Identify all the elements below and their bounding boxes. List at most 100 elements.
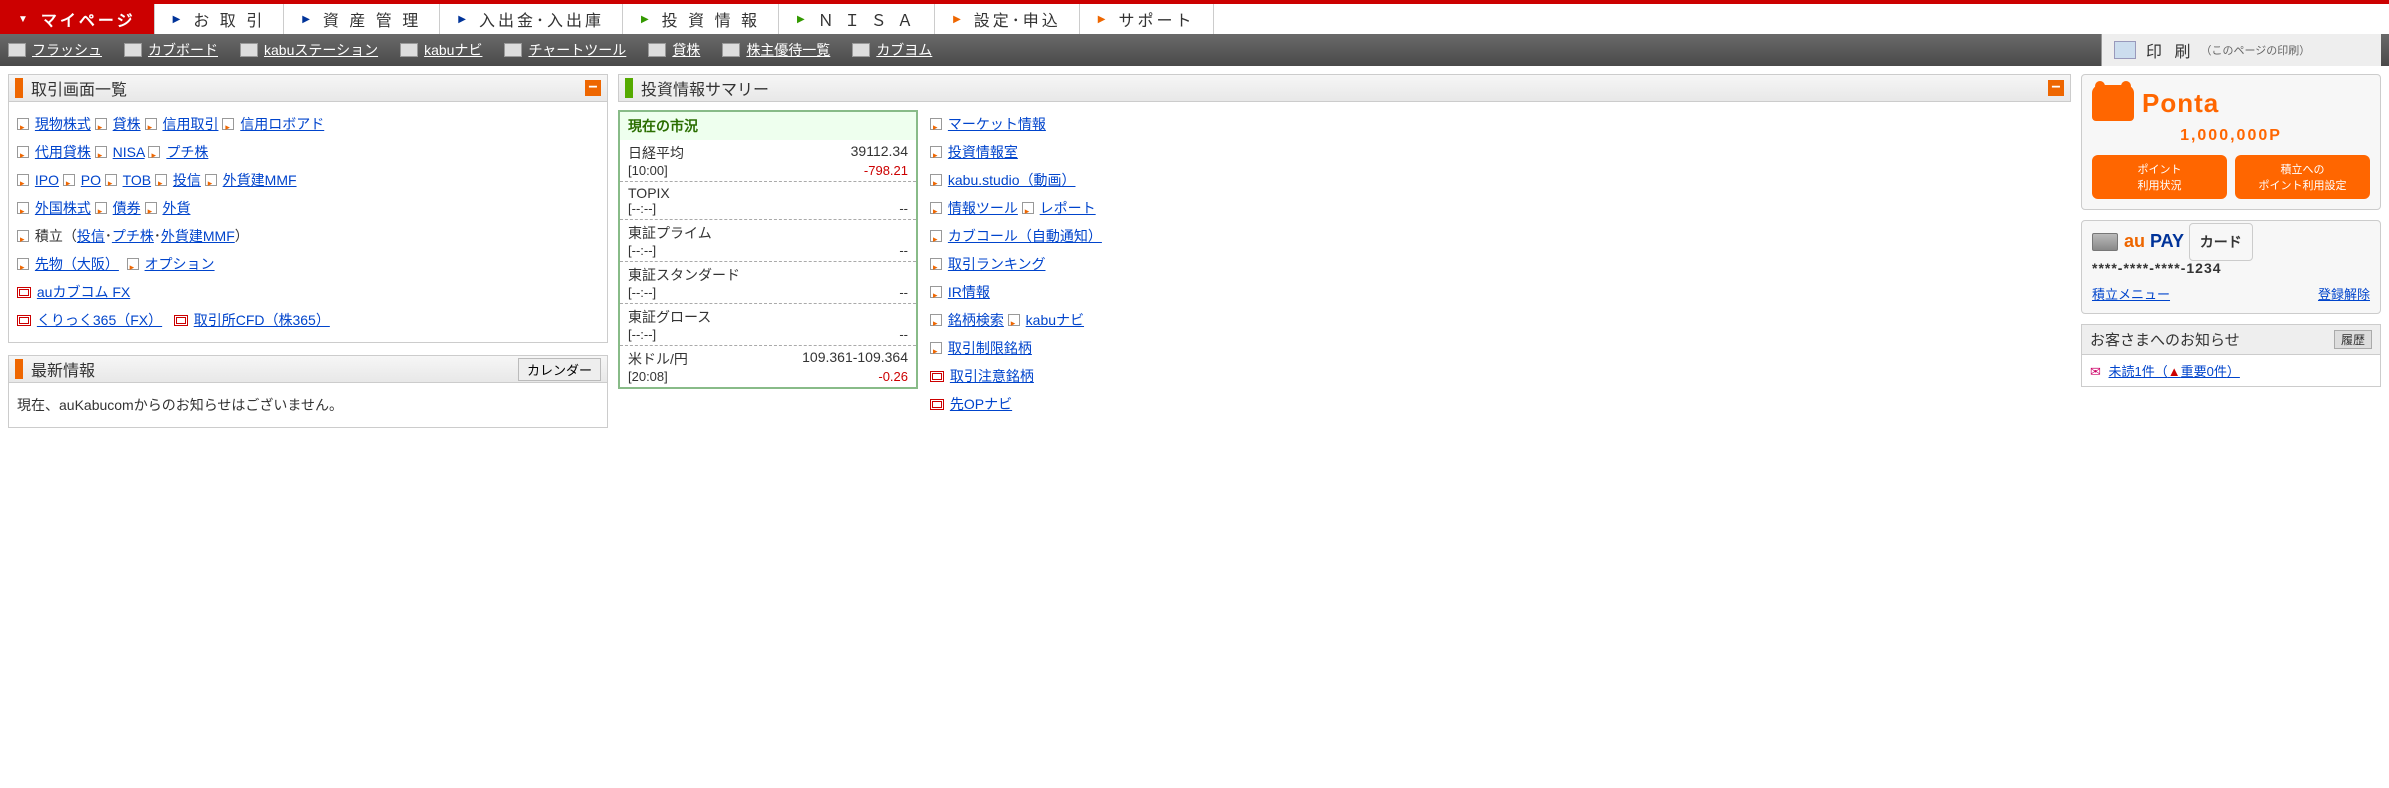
info-link[interactable]: 取引注意銘柄	[950, 368, 1034, 384]
tool-icon	[8, 43, 26, 57]
trade-link[interactable]: NISA	[113, 144, 145, 160]
toolbar-link[interactable]: 貸株	[648, 40, 700, 60]
trade-link[interactable]: TOB	[123, 172, 152, 188]
info-link[interactable]: 取引ランキング	[948, 256, 1046, 272]
info-link[interactable]: レポート	[1040, 200, 1096, 216]
bullet-icon	[930, 286, 942, 298]
tool-icon	[400, 43, 418, 57]
trade-link[interactable]: 信用ロボアド	[240, 116, 324, 132]
print-button[interactable]: 印 刷 （このページの印刷）	[2101, 34, 2381, 66]
trade-link[interactable]: 信用取引	[162, 116, 218, 132]
nav-tab[interactable]: ▼マイページ	[0, 4, 155, 34]
ext-icon	[17, 287, 31, 298]
arrow-icon: ▶	[302, 14, 313, 25]
nav-tab[interactable]: ▶入出金･入出庫	[440, 4, 623, 34]
ext-icon	[17, 315, 31, 326]
toolbar-link[interactable]: フラッシュ	[8, 40, 102, 60]
bullet-icon	[1008, 314, 1020, 326]
bullet-icon	[930, 230, 942, 242]
link-tsumitate-toshin[interactable]: 投信	[77, 228, 105, 244]
bullet-icon	[17, 202, 29, 214]
mail-icon: ✉	[2090, 364, 2101, 379]
info-link[interactable]: 情報ツール	[948, 200, 1018, 216]
trade-link[interactable]: 代用貸株	[35, 144, 91, 160]
market-row: 東証プライム[--:--]--	[620, 219, 916, 261]
aupay-card: au PAY カード ****-****-****-1234 積立メニュー 登録…	[2081, 220, 2381, 314]
top-nav: ▼マイページ▶お 取 引▶資 産 管 理▶入出金･入出庫▶投 資 情 報▶Ｎ Ｉ…	[0, 0, 2389, 34]
nav-tab[interactable]: ▶Ｎ Ｉ Ｓ Ａ	[779, 4, 935, 34]
tool-icon	[852, 43, 870, 57]
collapse-button[interactable]: −	[2048, 80, 2064, 96]
ponta-card: Ponta 1,000,000P ポイント利用状況 積立へのポイント利用設定	[2081, 74, 2381, 210]
trade-link[interactable]: 外貨	[162, 200, 190, 216]
aupay-brand: au PAY カード	[2124, 231, 2253, 252]
info-link[interactable]: kabuナビ	[1026, 312, 1084, 328]
info-link[interactable]: 投資情報室	[948, 144, 1018, 160]
trade-link[interactable]: 現物株式	[35, 116, 91, 132]
link-tsumitate-puchi[interactable]: プチ株	[112, 228, 154, 244]
info-link[interactable]: IR情報	[948, 284, 990, 300]
info-link[interactable]: 取引制限銘柄	[948, 340, 1032, 356]
notice-body: ✉ 未読1件（▲重要0件）	[2081, 355, 2381, 387]
trade-list-title: 取引画面一覧	[31, 76, 127, 100]
credit-card-icon	[2092, 233, 2118, 251]
printer-icon	[2114, 41, 2136, 59]
aupay-tsumitate-link[interactable]: 積立メニュー	[2092, 284, 2170, 303]
history-button[interactable]: 履歴	[2334, 330, 2372, 349]
info-link[interactable]: 銘柄検索	[948, 312, 1004, 328]
bullet-icon	[105, 174, 117, 186]
bullet-icon	[930, 202, 942, 214]
toolbar-link[interactable]: チャートツール	[504, 40, 626, 60]
market-row: TOPIX[--:--]--	[620, 181, 916, 219]
trade-link[interactable]: 債券	[113, 200, 141, 216]
link-tsumitate-mmf[interactable]: 外貨建MMF	[161, 228, 235, 244]
link-option[interactable]: オプション	[145, 256, 215, 272]
market-row: 米ドル/円109.361-109.364[20:08]-0.26	[620, 345, 916, 387]
info-links: マーケット情報 投資情報室 kabu.studio（動画） 情報ツール レポート…	[930, 110, 1230, 418]
info-link[interactable]: マーケット情報	[948, 116, 1046, 132]
bullet-icon	[205, 174, 217, 186]
toolbar-link[interactable]: 株主優待一覧	[722, 40, 830, 60]
trade-link[interactable]: PO	[81, 172, 101, 188]
ponta-tsumitate-button[interactable]: 積立へのポイント利用設定	[2235, 155, 2370, 199]
bullet-icon	[930, 314, 942, 326]
toolbar-link[interactable]: kabuナビ	[400, 40, 482, 60]
link-kuri365[interactable]: くりっく365（FX）	[37, 312, 162, 328]
trade-link[interactable]: 外国株式	[35, 200, 91, 216]
nav-tab[interactable]: ▶資 産 管 理	[284, 4, 440, 34]
nav-tab[interactable]: ▶投 資 情 報	[623, 4, 779, 34]
link-sakimono[interactable]: 先物（大阪）	[35, 256, 119, 272]
bullet-icon	[17, 258, 29, 270]
info-link[interactable]: 先OPナビ	[950, 396, 1012, 412]
link-cfd[interactable]: 取引所CFD（株365）	[194, 312, 330, 328]
info-link[interactable]: カブコール（自動通知）	[948, 228, 1102, 244]
toolbar-link[interactable]: カブボード	[124, 40, 218, 60]
bullet-icon	[930, 258, 942, 270]
link-aukabufx[interactable]: auカブコム FX	[37, 284, 130, 300]
nav-tab[interactable]: ▶設定･申込	[935, 4, 1080, 34]
trade-link[interactable]: 投信	[173, 172, 201, 188]
ponta-usage-button[interactable]: ポイント利用状況	[2092, 155, 2227, 199]
toolbar-link[interactable]: カブヨム	[852, 40, 932, 60]
trade-link[interactable]: IPO	[35, 172, 59, 188]
trade-link[interactable]: 外貨建MMF	[223, 172, 297, 188]
unread-link[interactable]: 未読1件（▲重要0件）	[2109, 364, 2240, 379]
bullet-icon	[17, 174, 29, 186]
ext-icon	[930, 371, 944, 382]
warning-icon: ▲	[2168, 364, 2181, 379]
nav-tab[interactable]: ▶お 取 引	[155, 4, 285, 34]
trade-link[interactable]: プチ株	[166, 144, 208, 160]
trade-link[interactable]: 貸株	[113, 116, 141, 132]
bullet-icon	[63, 174, 75, 186]
collapse-button[interactable]: −	[585, 80, 601, 96]
market-row: 日経平均39112.34[10:00]-798.21	[620, 140, 916, 181]
nav-tab[interactable]: ▶サポート	[1080, 4, 1214, 34]
toolbar-link[interactable]: kabuステーション	[240, 40, 378, 60]
news-text: 現在、auKabucomからのお知らせはございません。	[17, 397, 343, 413]
bullet-icon	[222, 118, 234, 130]
tool-icon	[240, 43, 258, 57]
aupay-unregister-link[interactable]: 登録解除	[2318, 284, 2370, 303]
info-link[interactable]: kabu.studio（動画）	[948, 172, 1076, 188]
bullet-icon	[930, 118, 942, 130]
calendar-button[interactable]: カレンダー	[518, 358, 601, 381]
